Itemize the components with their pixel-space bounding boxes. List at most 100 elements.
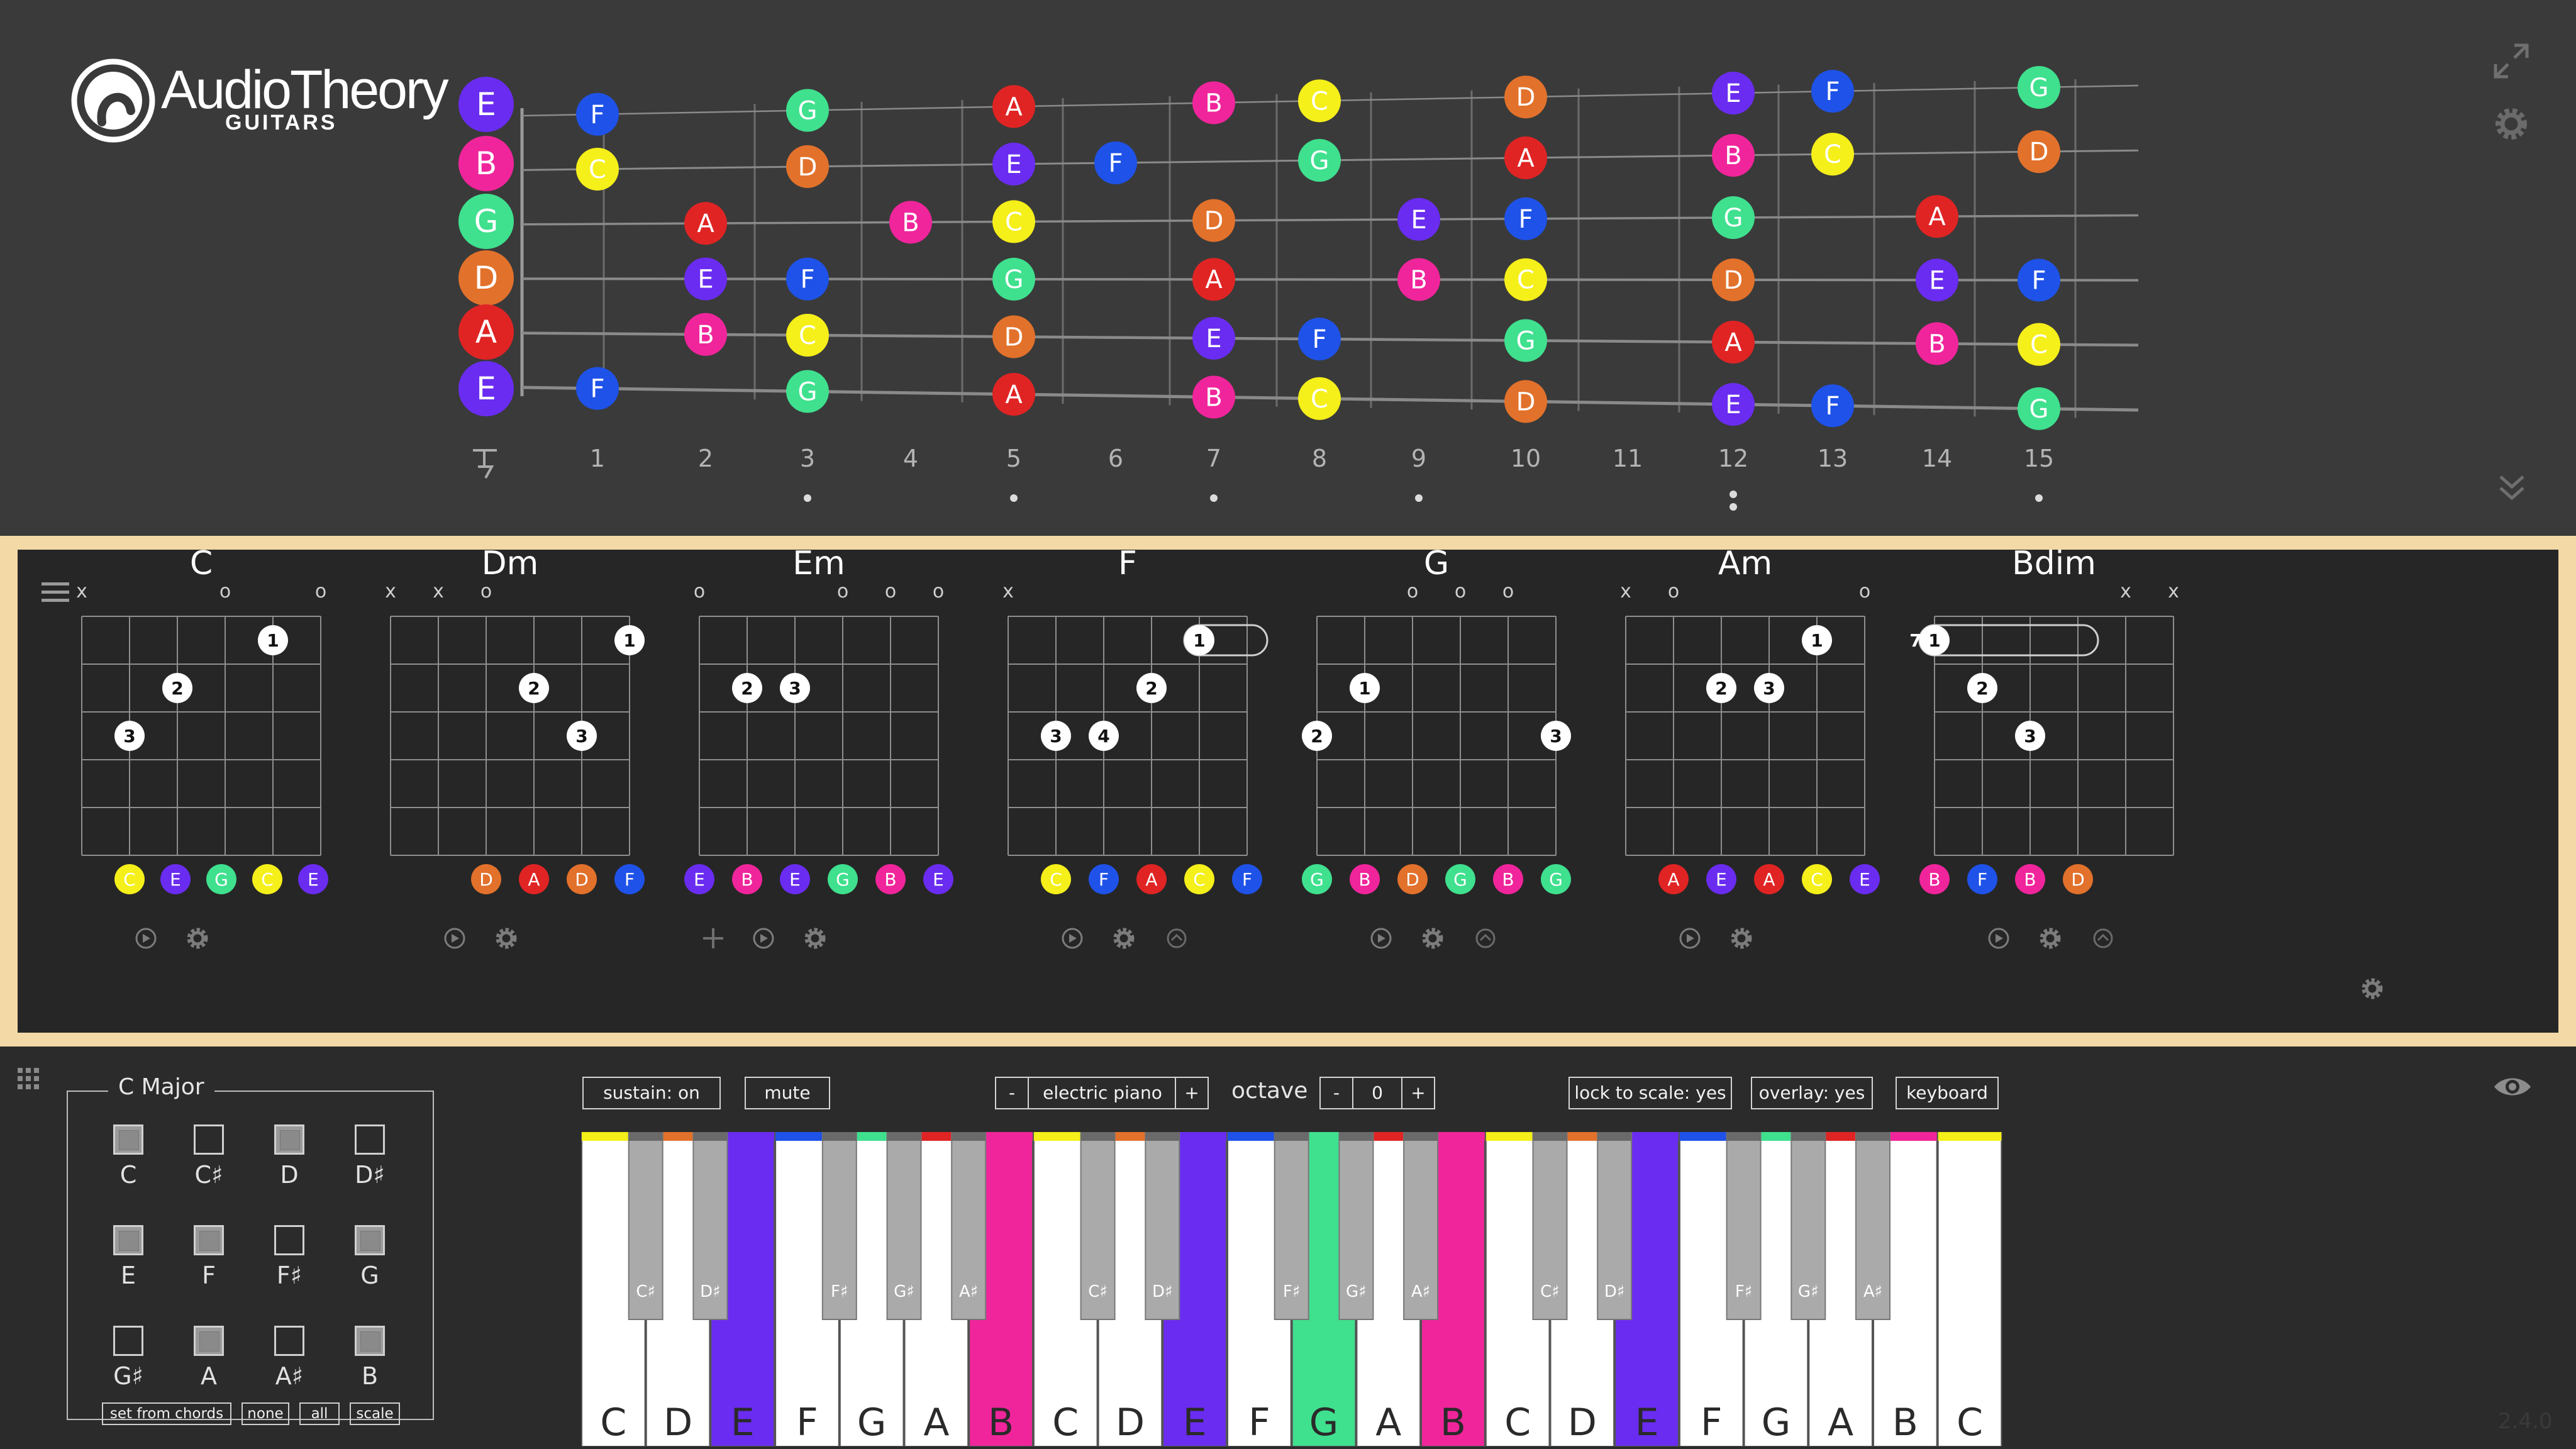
play-icon[interactable] [753, 928, 774, 949]
select-scale-button[interactable]: scale [350, 1402, 400, 1425]
lock-to-scale-toggle[interactable]: lock to scale: yes [1568, 1077, 1732, 1109]
fret-note[interactable]: A [684, 202, 727, 245]
fret-note[interactable]: F [1811, 70, 1854, 113]
fret-note[interactable]: G [992, 257, 1035, 301]
piano-black-key[interactable]: D♯ [1145, 1132, 1180, 1320]
select-none-button[interactable]: none [242, 1402, 289, 1425]
fret-note[interactable]: C [1298, 79, 1341, 123]
fret-note[interactable]: G [1712, 196, 1755, 240]
sustain-toggle[interactable]: sustain: on [582, 1077, 721, 1109]
open-string-note[interactable]: A [458, 304, 514, 360]
fret-note[interactable]: B [684, 313, 727, 356]
fret-note[interactable]: A [992, 85, 1035, 128]
chord-card[interactable]: Am x o o 1 2 3 A E A C E [1620, 550, 1880, 949]
scale-note-checkbox[interactable] [355, 1124, 385, 1155]
fret-note[interactable]: A [1712, 320, 1755, 364]
scale-note-checkbox[interactable] [113, 1326, 143, 1356]
fret-note[interactable]: D [786, 145, 829, 188]
fret-note[interactable]: G [2018, 387, 2060, 430]
fret-note[interactable]: E [1192, 316, 1235, 360]
fretboard-settings-button[interactable] [2492, 104, 2531, 143]
instrument-prev-button[interactable]: - [996, 1078, 1029, 1108]
scale-note-checkbox[interactable] [194, 1326, 224, 1356]
fret-note[interactable]: C [1504, 258, 1547, 301]
fret-note[interactable]: A [1504, 136, 1547, 180]
capo-icon[interactable] [473, 449, 497, 479]
gear-icon[interactable] [2040, 928, 2061, 949]
collapse-fretboard-button[interactable] [2494, 470, 2529, 506]
fret-note[interactable]: B [1916, 322, 1958, 365]
visibility-toggle[interactable] [2492, 1074, 2533, 1099]
piano-black-key[interactable]: C♯ [1532, 1132, 1568, 1320]
fret-note[interactable]: B [1397, 258, 1440, 301]
fret-note[interactable]: C [2018, 323, 2060, 366]
octave-down-button[interactable]: - [1321, 1078, 1353, 1108]
fret-note[interactable]: A [1916, 195, 1958, 238]
piano-black-key[interactable]: A♯ [951, 1132, 987, 1320]
fret-note[interactable]: F [576, 92, 619, 136]
fret-note[interactable]: G [1298, 139, 1341, 182]
open-string-note[interactable]: E [458, 77, 514, 132]
fret-note[interactable]: B [1712, 134, 1755, 177]
fret-note[interactable]: E [1712, 382, 1755, 426]
piano-black-key[interactable]: D♯ [1597, 1132, 1633, 1320]
fret-note[interactable]: F [1298, 318, 1341, 361]
open-string-note[interactable]: G [458, 194, 514, 249]
piano-black-key[interactable]: C♯ [1080, 1132, 1116, 1320]
chord-card[interactable]: Emo o o o2 3E B E G B E [684, 550, 953, 949]
move-arrows-icon[interactable] [703, 928, 723, 948]
fret-note[interactable]: G [786, 370, 829, 413]
keyboard-button[interactable]: keyboard [1896, 1077, 1999, 1109]
play-icon[interactable] [1988, 928, 2009, 949]
piano-black-key[interactable]: F♯ [1726, 1132, 1762, 1320]
overlay-toggle[interactable]: overlay: yes [1751, 1077, 1873, 1109]
fret-note[interactable]: F [786, 257, 829, 301]
fretboard[interactable]: EBGDAEFCFAEBGDFCGBAECGDAFBDAEBCGFCEBDAFC… [0, 0, 2576, 536]
fret-note[interactable]: E [684, 257, 727, 301]
gear-icon[interactable] [187, 928, 208, 949]
chords-settings-button[interactable] [2360, 976, 2385, 1001]
scale-note-checkbox[interactable] [194, 1225, 224, 1255]
fret-note[interactable]: D [1712, 258, 1755, 301]
fret-note[interactable]: C [1298, 377, 1341, 420]
fret-note[interactable]: D [992, 315, 1035, 358]
piano-white-key[interactable]: C [1937, 1132, 2002, 1446]
fret-note[interactable]: E [992, 142, 1035, 186]
gear-icon[interactable] [1113, 928, 1135, 949]
chord-card[interactable]: Fx 1 2 3 4 C F A C F [1002, 550, 1269, 949]
fret-note[interactable]: G [2018, 65, 2060, 109]
play-icon[interactable] [444, 928, 465, 949]
fret-note[interactable]: G [1504, 319, 1547, 362]
fret-note[interactable]: C [786, 313, 829, 357]
fret-note[interactable]: D [1504, 380, 1547, 423]
piano-black-key[interactable]: G♯ [886, 1132, 922, 1320]
fret-note[interactable]: A [1192, 258, 1235, 301]
piano-black-key[interactable]: A♯ [1855, 1132, 1890, 1320]
swap-icon[interactable] [1475, 928, 1496, 948]
swap-icon[interactable] [2093, 928, 2113, 948]
scale-note-checkbox[interactable] [274, 1326, 304, 1356]
fret-note[interactable]: C [1811, 133, 1854, 176]
open-string-note[interactable]: D [458, 250, 514, 306]
select-all-button[interactable]: all [299, 1402, 340, 1425]
fret-note[interactable]: B [889, 201, 932, 244]
expand-button[interactable] [2489, 39, 2533, 83]
play-icon[interactable] [135, 928, 157, 949]
octave-up-button[interactable]: + [1401, 1078, 1434, 1108]
fret-note[interactable]: D [2018, 130, 2060, 174]
play-icon[interactable] [1062, 928, 1083, 949]
fret-note[interactable]: F [1811, 384, 1854, 428]
fret-note[interactable]: G [786, 89, 829, 132]
scale-note-checkbox[interactable] [113, 1124, 143, 1155]
fret-note[interactable]: F [576, 367, 619, 410]
fret-note[interactable]: E [1397, 197, 1440, 241]
scale-note-checkbox[interactable] [194, 1124, 224, 1155]
chord-card[interactable]: Bdimx x7 123B F B D [1909, 550, 2179, 949]
gear-icon[interactable] [496, 928, 517, 949]
gear-icon[interactable] [1422, 928, 1443, 949]
play-icon[interactable] [1370, 928, 1392, 949]
piano-black-key[interactable]: F♯ [1274, 1132, 1309, 1320]
gear-icon[interactable] [1731, 928, 1752, 949]
fret-note[interactable]: C [992, 200, 1035, 243]
set-from-chords-button[interactable]: set from chords [102, 1402, 231, 1425]
